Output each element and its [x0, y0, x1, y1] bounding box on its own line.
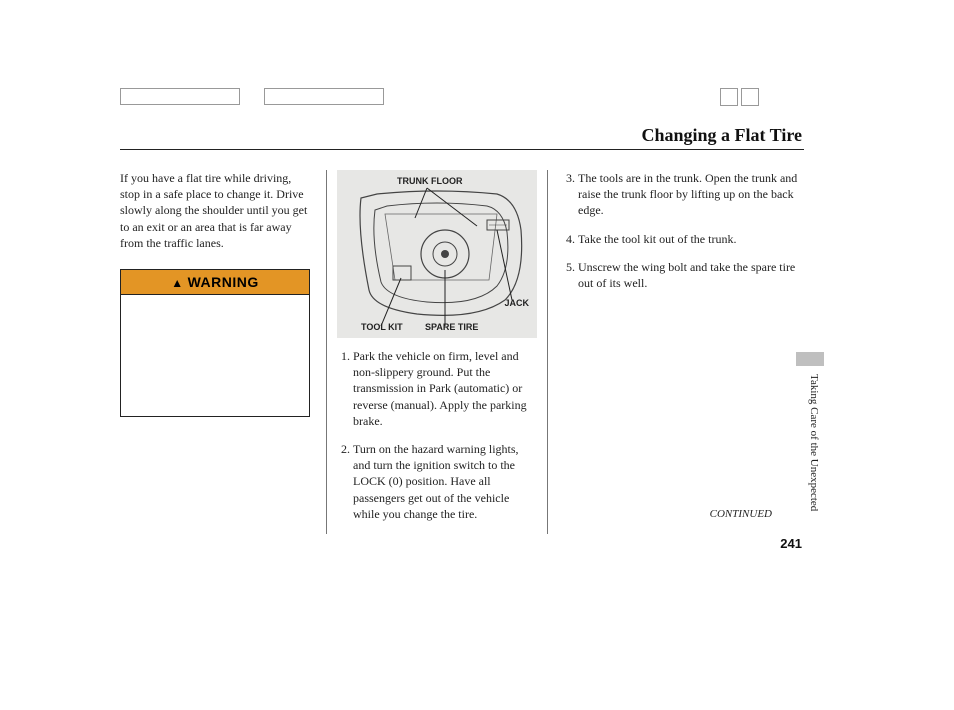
step-1: Park the vehicle on firm, level and non-… [353, 348, 537, 429]
header-square-2 [741, 88, 759, 106]
header-box-1 [120, 88, 240, 105]
header-square-1 [720, 88, 738, 106]
label-spare-tire: SPARE TIRE [425, 322, 478, 332]
column-1: If you have a flat tire while driving, s… [120, 170, 326, 534]
step-5: Unscrew the wing bolt and take the spare… [578, 259, 800, 291]
header-box-2 [264, 88, 384, 105]
warning-label: WARNING [188, 274, 259, 290]
step-4: Take the tool kit out of the trunk. [578, 231, 800, 247]
header-square-group [720, 88, 758, 111]
label-tool-kit: TOOL KIT [361, 322, 403, 332]
manual-page: Changing a Flat Tire If you have a flat … [0, 0, 954, 710]
content-columns: If you have a flat tire while driving, s… [120, 170, 804, 534]
steps-list-col3: The tools are in the trunk. Open the tru… [562, 170, 800, 291]
warning-header: ▲ WARNING [121, 270, 309, 295]
column-3: The tools are in the trunk. Open the tru… [548, 170, 800, 534]
intro-text: If you have a flat tire while driving, s… [120, 170, 312, 251]
label-trunk-floor: TRUNK FLOOR [397, 176, 463, 186]
label-jack: JACK [504, 298, 529, 308]
warning-triangle-icon: ▲ [171, 276, 183, 290]
trunk-diagram-svg [337, 170, 537, 338]
side-section-label: Taking Care of the Unexpected [808, 374, 820, 511]
steps-list-col2: Park the vehicle on firm, level and non-… [337, 348, 537, 522]
step-3: The tools are in the trunk. Open the tru… [578, 170, 800, 219]
trunk-diagram: TRUNK FLOOR JACK TOOL KIT SPARE TIRE [337, 170, 537, 338]
column-2: TRUNK FLOOR JACK TOOL KIT SPARE TIRE Par… [326, 170, 548, 534]
side-tab-marker [796, 352, 824, 366]
header-box-group [120, 88, 384, 110]
title-rule [120, 149, 804, 150]
continued-label: CONTINUED [710, 508, 772, 520]
warning-box: ▲ WARNING [120, 269, 310, 417]
step-2: Turn on the hazard warning lights, and t… [353, 441, 537, 522]
page-title: Changing a Flat Tire [641, 125, 802, 146]
page-number: 241 [780, 536, 802, 551]
